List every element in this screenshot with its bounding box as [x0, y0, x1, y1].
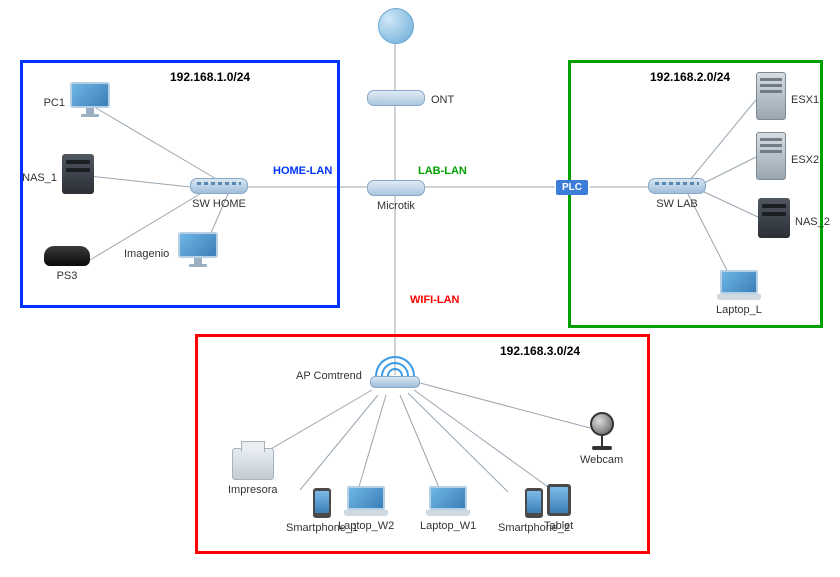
wifi-lan-zone [195, 334, 650, 554]
lab-subnet-label: 192.168.2.0/24 [650, 70, 730, 84]
ont-label: ONT [431, 94, 454, 106]
internet-node [378, 8, 414, 44]
home-subnet-label: 192.168.1.0/24 [170, 70, 250, 84]
lab-link-label: LAB-LAN [418, 165, 467, 177]
core-router-node: Microtik [367, 180, 425, 212]
ont-node: ONT [367, 90, 425, 106]
network-diagram: 192.168.1.0/24 192.168.2.0/24 192.168.3.… [0, 0, 840, 577]
plc-node: PLC [556, 180, 588, 195]
lab-lan-zone [568, 60, 823, 328]
wifi-subnet-label: 192.168.3.0/24 [500, 344, 580, 358]
home-link-label: HOME-LAN [273, 165, 332, 177]
ont-icon [367, 90, 425, 106]
core-router-label: Microtik [377, 200, 415, 212]
globe-icon [378, 8, 414, 44]
wifi-link-label: WIFI-LAN [410, 294, 459, 306]
router-icon [367, 180, 425, 196]
home-lan-zone [20, 60, 340, 308]
